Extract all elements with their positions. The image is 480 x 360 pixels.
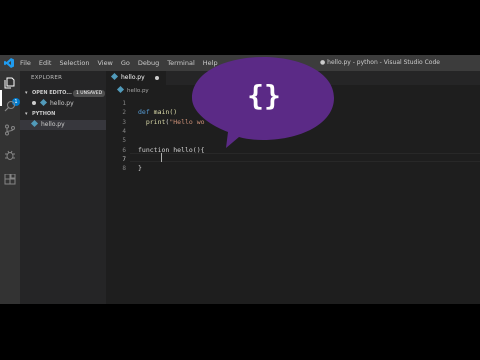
chevron-down-icon: ▾: [25, 111, 28, 117]
code-line: function hello(){: [138, 145, 205, 154]
open-editors-label: OPEN EDITO...: [32, 90, 72, 96]
braces-text: {}: [247, 79, 281, 112]
explorer-title: EXPLORER: [31, 75, 63, 81]
menu-go[interactable]: Go: [121, 55, 130, 71]
unsaved-dot-icon[interactable]: [155, 76, 159, 80]
folder-label: PYTHON: [32, 111, 56, 117]
menu-debug[interactable]: Debug: [138, 55, 159, 71]
menu-bar: File Edit Selection View Go Debug Termin…: [20, 55, 226, 71]
folder-file-item[interactable]: hello.py: [30, 119, 65, 130]
keyword-def: def: [138, 108, 150, 117]
line-number: 6: [122, 146, 126, 154]
code-line: print("Hello wo: [145, 117, 205, 126]
line-number: 7: [122, 155, 126, 163]
menu-terminal[interactable]: Terminal: [167, 55, 194, 71]
window-title: ● hello.py - python - Visual Studio Code: [320, 59, 440, 66]
tab-label: hello.py: [110, 71, 145, 85]
text-cursor: [161, 153, 162, 162]
tab-bar: hello.py: [106, 71, 480, 85]
unsaved-badge: 1 UNSAVED: [73, 90, 106, 97]
menu-help[interactable]: Help: [203, 55, 218, 71]
files-icon[interactable]: [4, 77, 16, 89]
open-editor-filename: hello.py: [50, 100, 74, 107]
code-line: def main(): [138, 108, 177, 117]
explorer-sidebar: EXPLORER ▾ OPEN EDITO... 1 UNSAVED hello…: [20, 71, 106, 304]
search-icon[interactable]: [4, 100, 16, 112]
folder-filename: hello.py: [41, 121, 65, 128]
source-control-icon[interactable]: [4, 124, 16, 136]
function-name: main(): [153, 108, 178, 117]
vscode-logo-icon: [4, 58, 14, 68]
python-file-icon: [30, 119, 39, 128]
python-file-icon: [110, 72, 119, 81]
active-indicator: [0, 90, 2, 106]
title-bar: File Edit Selection View Go Debug Termin…: [0, 55, 480, 71]
tab-hello-py[interactable]: hello.py: [106, 71, 166, 85]
line-number: 8: [122, 165, 126, 173]
line-number: 1: [122, 100, 126, 107]
breadcrumb[interactable]: hello.py: [116, 85, 149, 94]
activity-bar: 1: [0, 71, 20, 304]
line-number: 4: [122, 127, 126, 135]
open-editor-item[interactable]: hello.py: [32, 98, 74, 109]
menu-edit[interactable]: Edit: [39, 55, 52, 71]
python-folder-section[interactable]: ▾ PYTHON: [20, 109, 106, 120]
line-number: 2: [122, 109, 126, 117]
print-call: print: [145, 117, 166, 126]
code-line: }: [138, 164, 142, 173]
menu-selection[interactable]: Selection: [59, 55, 89, 71]
menu-file[interactable]: File: [20, 55, 31, 71]
python-file-icon: [116, 85, 125, 94]
debug-icon[interactable]: [4, 149, 16, 161]
python-file-icon: [39, 98, 48, 107]
line-number: 5: [122, 137, 126, 145]
string-literal: "Hello wo: [169, 117, 205, 126]
unsaved-dot-icon: [32, 100, 36, 105]
chevron-down-icon: ▾: [25, 90, 28, 96]
extensions-icon[interactable]: [4, 174, 16, 186]
open-editors-section[interactable]: ▾ OPEN EDITO... 1 UNSAVED: [20, 88, 106, 99]
menu-view[interactable]: View: [97, 55, 112, 71]
line-number: 3: [122, 118, 126, 126]
